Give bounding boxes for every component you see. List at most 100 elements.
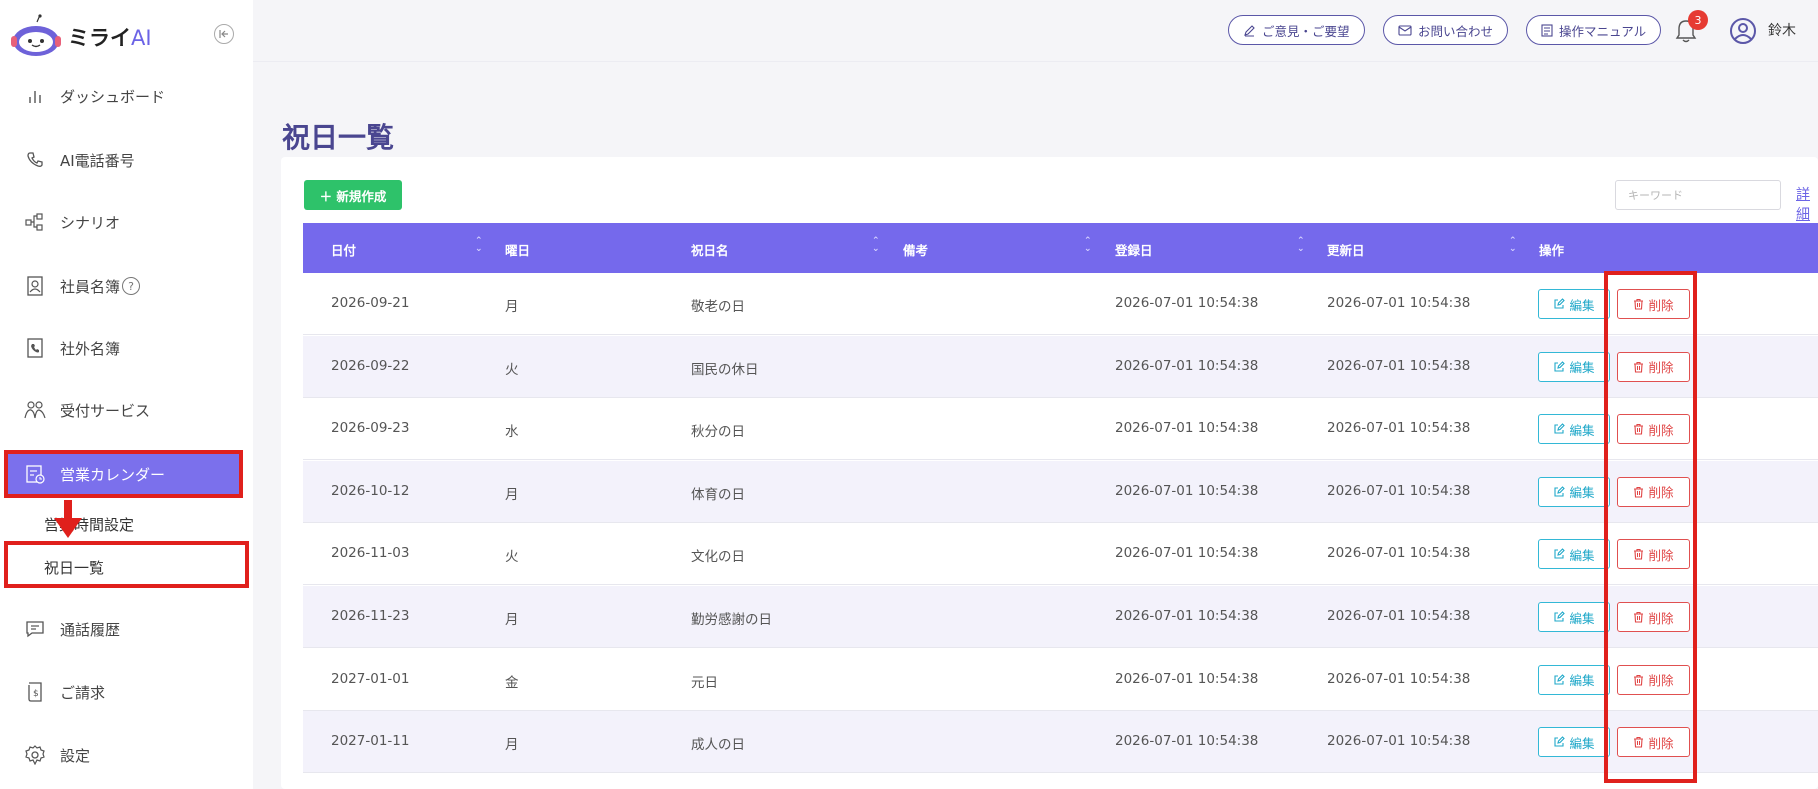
edit-button[interactable]: 編集 (1538, 539, 1610, 570)
annotation-arrow-icon (54, 500, 82, 538)
cell-created: 2026-07-01 10:54:38 (1115, 420, 1259, 437)
sort-icon[interactable]: ⌃ ⌄ (1084, 237, 1092, 254)
keyword-search-input[interactable] (1615, 180, 1781, 210)
sidebar-item-label: 通話履歴 (60, 620, 121, 639)
column-header-updated[interactable]: 更新日 (1327, 240, 1365, 259)
edit-icon (1553, 611, 1569, 623)
cell-created: 2026-07-01 10:54:38 (1115, 670, 1259, 687)
cell-weekday: 月 (505, 737, 519, 754)
user-name[interactable]: 鈴木 (1768, 20, 1796, 40)
detail-search-link[interactable]: 詳細 (1796, 184, 1818, 224)
sidebar-item-call-history[interactable]: 通話履歴 (0, 609, 253, 649)
sidebar-item-dashboard[interactable]: ダッシュボード (0, 76, 253, 116)
sidebar-item-label: 設定 (60, 746, 91, 765)
cell-date: 2026-11-23 (331, 608, 410, 624)
edit-button[interactable]: 編集 (1538, 664, 1610, 695)
sidebar-item-label: ダッシュボード (60, 87, 166, 106)
cell-created: 2026-07-01 10:54:38 (1115, 733, 1259, 750)
sidebar-item-ai-phone[interactable]: AI電話番号 (0, 140, 253, 180)
edit-button[interactable]: 編集 (1538, 727, 1610, 758)
message-icon (24, 618, 46, 640)
bill-icon: $ (24, 681, 46, 703)
svg-text:$: $ (33, 689, 39, 699)
sort-icon[interactable]: ⌃ ⌄ (1297, 237, 1305, 254)
cell-date: 2026-11-03 (331, 545, 410, 562)
edit-icon (1553, 736, 1569, 748)
cell-weekday: 火 (505, 549, 519, 566)
table-row: 2027-01-11 月 成人の日 2026-07-01 10:54:38 2026-0… (303, 711, 1818, 774)
manual-label: 操作マニュアル (1559, 23, 1647, 39)
help-icon[interactable]: ? (122, 277, 141, 295)
app-root: ミライAI ダッシュボード AI電話番号 シナリオ 社員名簿 ? 社外名簿 受付… (0, 0, 1818, 789)
cell-holiday-name: 国民の休日 (691, 361, 759, 378)
sidebar-item-external-directory[interactable]: 社外名簿 (0, 328, 253, 368)
contact-button[interactable]: お問い合わせ (1383, 15, 1509, 45)
sidebar-item-label: 社外名簿 (60, 339, 121, 358)
new-button[interactable]: ＋ 新規作成 (304, 180, 402, 210)
sidebar-item-billing[interactable]: $ ご請求 (0, 672, 253, 712)
cell-weekday: 月 (505, 612, 519, 628)
cell-holiday-name: 敬老の日 (691, 299, 745, 315)
logo[interactable]: ミライAI (10, 12, 152, 62)
cell-updated: 2026-07-01 10:54:38 (1327, 608, 1471, 624)
column-header-weekday[interactable]: 曜日 (505, 240, 530, 259)
cell-date: 2026-09-23 (331, 420, 410, 437)
cell-weekday: 月 (505, 486, 519, 503)
cell-date: 2026-09-21 (331, 295, 410, 311)
sort-icon[interactable]: ⌃ ⌄ (475, 237, 483, 254)
edit-icon (1553, 673, 1569, 686)
edit-button[interactable]: 編集 (1538, 414, 1610, 445)
column-header-created[interactable]: 登録日 (1115, 240, 1153, 259)
sort-icon[interactable]: ⌃ ⌄ (872, 237, 880, 254)
mail-icon (1398, 24, 1412, 36)
cell-date: 2027-01-01 (331, 670, 410, 687)
edit-button[interactable]: 編集 (1538, 289, 1610, 319)
table-row: 2026-09-23 水 秋分の日 2026-07-01 10:54:38 2026-0… (303, 398, 1818, 461)
sidebar-item-reception-service[interactable]: 受付サービス (0, 390, 253, 430)
cell-created: 2026-07-01 10:54:38 (1115, 357, 1259, 374)
cell-created: 2026-07-01 10:54:38 (1115, 545, 1259, 562)
edit-label: 編集 (1569, 547, 1595, 563)
edit-button[interactable]: 編集 (1538, 351, 1610, 382)
table-row: 2026-09-22 火 国民の休日 2026-07-01 10:54:38 2026-… (303, 335, 1818, 398)
column-header-date[interactable]: 日付 (331, 240, 356, 259)
collapse-sidebar-icon[interactable] (214, 24, 234, 44)
edit-icon (1553, 423, 1569, 435)
annotation-highlight-holiday-list (4, 541, 249, 588)
people-icon (24, 399, 46, 421)
edit-button[interactable]: 編集 (1538, 476, 1610, 507)
page-title: 祝日一覧 (282, 121, 395, 154)
cell-weekday: 月 (505, 299, 519, 315)
edit-icon (1553, 360, 1569, 373)
cell-updated: 2026-07-01 10:54:38 (1327, 420, 1471, 437)
sidebar-item-settings[interactable]: 設定 (0, 735, 253, 775)
cell-updated: 2026-07-01 10:54:38 (1327, 482, 1471, 499)
edit-label: 編集 (1569, 610, 1595, 626)
table-row: 2026-09-21 月 敬老の日 2026-07-01 10:54:38 2026-0… (303, 273, 1818, 335)
cell-updated: 2026-07-01 10:54:38 (1327, 733, 1471, 750)
cell-date: 2027-01-11 (331, 733, 410, 750)
user-avatar-icon[interactable] (1729, 17, 1757, 45)
document-icon (1541, 23, 1553, 37)
sidebar-item-scenario[interactable]: シナリオ (0, 202, 253, 242)
edit-button[interactable]: 編集 (1538, 602, 1610, 632)
feedback-button[interactable]: ご意見・ご要望 (1228, 15, 1365, 45)
cell-holiday-name: 文化の日 (691, 549, 745, 566)
column-header-note[interactable]: 備考 (903, 240, 928, 259)
column-header-holiday-name[interactable]: 祝日名 (691, 240, 729, 259)
robot-logo-icon (10, 14, 62, 60)
contact-label: お問い合わせ (1418, 23, 1494, 39)
sidebar-item-employee-directory[interactable]: 社員名簿 ? (0, 266, 253, 306)
cell-updated: 2026-07-01 10:54:38 (1327, 295, 1471, 311)
edit-label: 編集 (1569, 422, 1595, 438)
bar-chart-icon (24, 85, 46, 107)
edit-icon (1553, 486, 1569, 498)
sidebar-item-label: 社員名簿 (60, 277, 121, 296)
contact-book-icon (24, 275, 46, 297)
cell-created: 2026-07-01 10:54:38 (1115, 295, 1259, 311)
cell-holiday-name: 元日 (691, 674, 718, 691)
manual-button[interactable]: 操作マニュアル (1526, 15, 1662, 45)
edit-label: 編集 (1569, 673, 1595, 689)
sort-icon[interactable]: ⌃ ⌄ (1509, 237, 1517, 254)
edit-label: 編集 (1569, 485, 1595, 501)
